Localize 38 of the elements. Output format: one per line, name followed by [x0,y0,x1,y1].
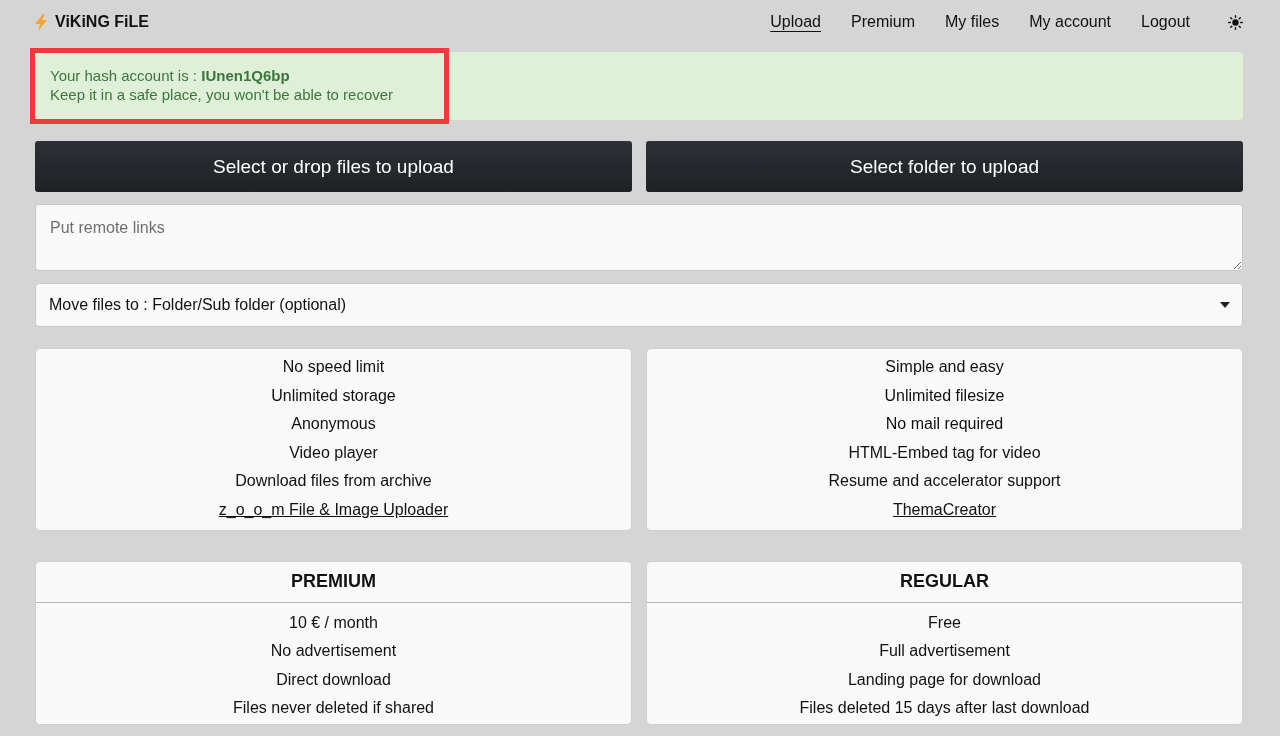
feature-link[interactable]: z_o_o_m File & Image Uploader [218,495,449,525]
sun-icon [1228,14,1243,30]
plan-feature: Files never deleted if shared [233,698,434,719]
theme-toggle-button[interactable] [1228,14,1243,30]
nav-link[interactable]: My account [1029,13,1112,31]
feature-text: Anonymous [291,414,376,435]
feature-link[interactable]: ThemaCreator [892,495,997,525]
caret-icon [1220,302,1230,308]
folder-select[interactable]: Move files to : Folder/Sub folder (optional) [35,283,1243,327]
plan-feature: Direct download [276,669,391,690]
nav-link[interactable]: Upload [770,13,821,31]
alert-text: Your hash account is : IUnen1Q6bp [50,66,290,85]
plan-feature: 10 € / month [289,612,378,633]
plan-title: REGULAR [900,571,989,593]
feature-text: Download files from archive [235,471,432,492]
plan-feature: No advertisement [270,641,397,662]
upload-button[interactable]: Select folder to upload [646,141,1243,192]
feature-text: Video player [289,442,378,463]
nav-link[interactable]: My files [945,13,1000,31]
plan-feature: Full advertisement [879,641,1010,662]
feature-text: No speed limit [282,357,385,377]
feature-text: Unlimited storage [271,385,396,406]
plan-feature: Files deleted 15 days after last download [799,698,1090,719]
remote-links-field[interactable]: Put remote links [35,204,1243,271]
upload-button[interactable]: Select or drop files to upload [35,141,632,192]
plan-feature: Free [928,612,961,633]
feature-text: Resume and accelerator support [828,471,1061,492]
feature-text: No mail required [885,414,1004,435]
feature-text: Unlimited filesize [884,385,1005,406]
plan-title: PREMIUM [291,571,376,593]
alert-text: Keep it in a safe place, you won't be able to recover [50,85,394,104]
nav-link[interactable]: Logout [1141,13,1190,31]
nav-link[interactable]: Premium [851,13,915,31]
feature-text: HTML-Embed tag for video [848,442,1041,463]
feature-text: Simple and easy [885,357,1004,377]
plan-feature: Landing page for download [847,669,1041,690]
logo-text: ViKiNG FiLE [55,13,149,31]
lightning-icon [35,13,47,31]
